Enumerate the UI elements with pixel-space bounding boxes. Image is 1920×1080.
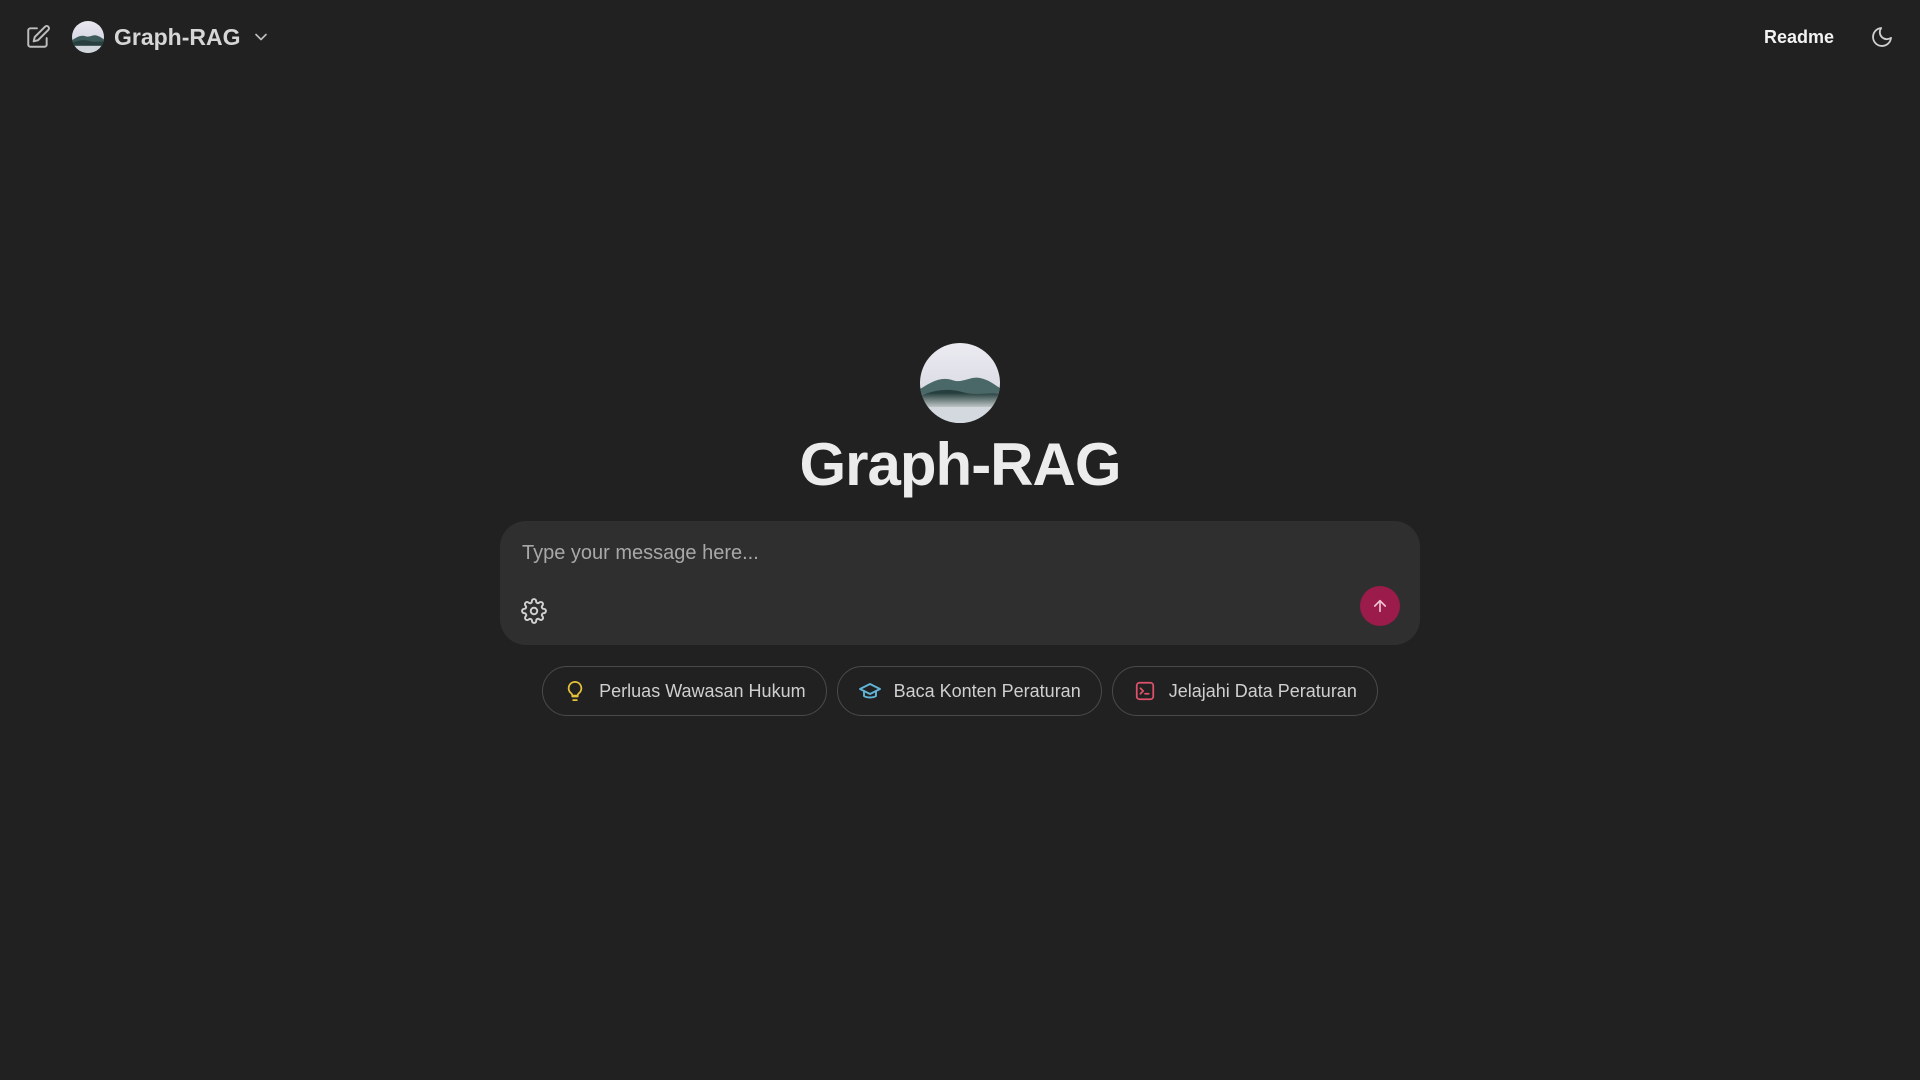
hero-avatar [920, 343, 1000, 423]
welcome-section: Graph-RAG Perluas Wawasa [0, 343, 1920, 716]
suggestion-label: Baca Konten Peraturan [893, 680, 1081, 701]
gear-icon [521, 598, 547, 624]
terminal-icon [1133, 679, 1157, 703]
chevron-down-icon [254, 33, 267, 41]
message-input[interactable] [520, 535, 1384, 571]
arrow-up-icon [1373, 599, 1387, 613]
new-chat-button[interactable] [24, 23, 52, 51]
suggestion-chip-konten-peraturan[interactable]: Baca Konten Peraturan [836, 666, 1102, 716]
model-selector[interactable]: Graph-RAG [72, 21, 271, 53]
graduation-cap-icon [858, 679, 882, 703]
theme-toggle-button[interactable] [1868, 23, 1896, 51]
suggestion-chip-wawasan-hukum[interactable]: Perluas Wawasan Hukum [542, 666, 827, 716]
top-bar-right: Readme [1764, 23, 1896, 51]
send-button[interactable] [1360, 586, 1400, 626]
edit-icon [27, 25, 50, 48]
model-name: Graph-RAG [114, 23, 241, 50]
hero-title: Graph-RAG [799, 431, 1122, 498]
model-avatar [72, 21, 104, 53]
suggestion-label: Jelajahi Data Peraturan [1168, 680, 1357, 701]
top-bar: Graph-RAG Readme [0, 0, 1920, 74]
message-composer [500, 521, 1420, 645]
readme-link[interactable]: Readme [1764, 27, 1834, 48]
moon-icon [1872, 27, 1892, 47]
top-bar-left: Graph-RAG [24, 21, 271, 53]
suggestion-label: Perluas Wawasan Hukum [599, 680, 806, 701]
lightbulb-icon [563, 679, 587, 703]
settings-button[interactable] [520, 597, 548, 625]
suggestion-chip-data-peraturan[interactable]: Jelajahi Data Peraturan [1111, 666, 1378, 716]
suggestion-chips: Perluas Wawasan Hukum Baca Konten Peratu… [542, 666, 1378, 716]
